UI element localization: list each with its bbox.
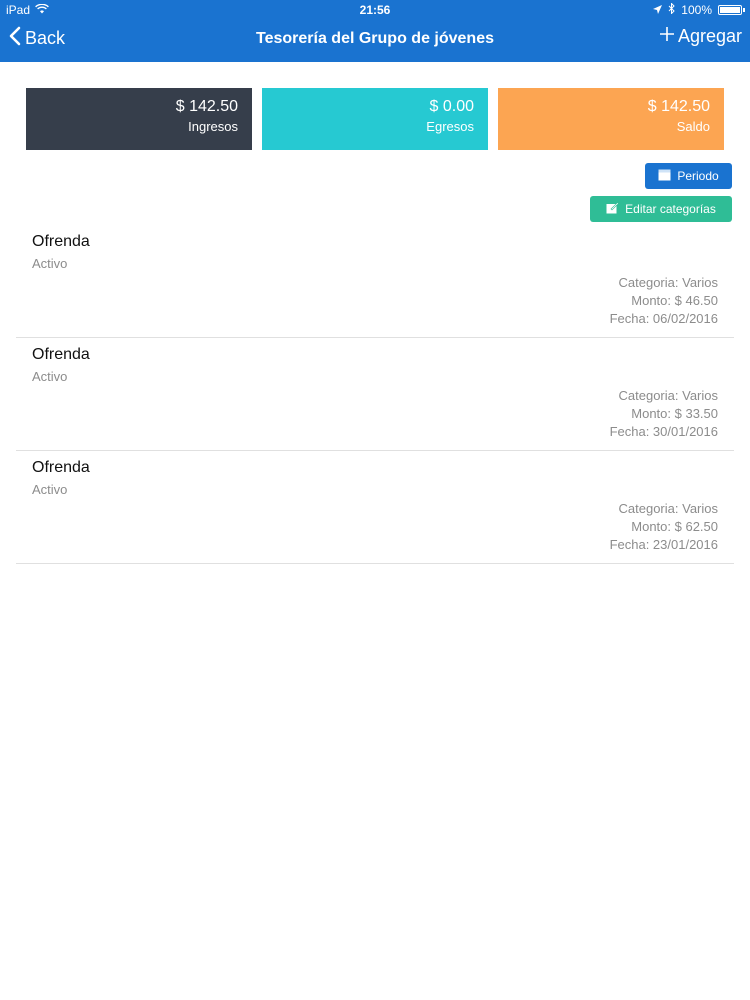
egresos-amount: $ 0.00 — [429, 98, 474, 115]
bluetooth-icon — [668, 0, 676, 20]
add-label: Agregar — [677, 26, 742, 46]
status-time: 21:56 — [359, 3, 391, 17]
edit-categories-label: Editar categorías — [625, 202, 716, 216]
periodo-label: Periodo — [677, 169, 719, 183]
item-date: Fecha: 30/01/2016 — [609, 424, 718, 439]
calendar-icon — [658, 169, 671, 184]
item-title: Ofrenda — [32, 233, 90, 250]
ingresos-amount: $ 142.50 — [175, 98, 238, 115]
item-details: Categoria: Varios Monto: $ 33.50 Fecha: … — [610, 387, 718, 441]
page-title: Tesorería del Grupo de jóvenes — [256, 30, 494, 47]
egresos-label: Egresos — [426, 119, 474, 134]
list-item[interactable]: Ofrenda Activo Categoria: Varios Monto: … — [16, 451, 734, 564]
edit-icon — [606, 201, 620, 217]
summary-cards: $ 142.50 Ingresos $ 0.00 Egresos $ 142.5… — [26, 88, 724, 150]
egresos-card: $ 0.00 Egresos — [262, 88, 488, 150]
item-title: Ofrenda — [32, 346, 90, 363]
app-header: iPad 21:56 100% Back Tesorería del Grupo… — [0, 0, 750, 62]
add-button[interactable]: Agregar — [659, 26, 742, 47]
periodo-button[interactable]: Periodo — [645, 163, 732, 189]
item-status: Activo — [32, 482, 68, 497]
saldo-card: $ 142.50 Saldo — [498, 88, 724, 150]
plus-icon — [659, 26, 675, 47]
item-details: Categoria: Varios Monto: $ 62.50 Fecha: … — [610, 500, 718, 554]
item-date: Fecha: 06/02/2016 — [609, 311, 718, 326]
item-category: Categoria: Varios — [618, 388, 718, 403]
status-bar-right: 100% — [653, 0, 745, 20]
item-category: Categoria: Varios — [618, 501, 718, 516]
transactions-list: Ofrenda Activo Categoria: Varios Monto: … — [16, 225, 734, 564]
saldo-amount: $ 142.50 — [647, 98, 710, 115]
saldo-label: Saldo — [676, 119, 710, 134]
list-item[interactable]: Ofrenda Activo Categoria: Varios Monto: … — [16, 225, 734, 338]
battery-fill — [720, 7, 740, 13]
item-amount: Monto: $ 62.50 — [631, 519, 718, 534]
item-amount: Monto: $ 46.50 — [631, 293, 718, 308]
battery-icon — [718, 5, 745, 15]
edit-categories-button[interactable]: Editar categorías — [590, 196, 732, 222]
list-item[interactable]: Ofrenda Activo Categoria: Varios Monto: … — [16, 338, 734, 451]
status-bar: iPad 21:56 100% — [0, 0, 750, 20]
navigation-bar: Back Tesorería del Grupo de jóvenes Agre… — [0, 20, 750, 62]
item-amount: Monto: $ 33.50 — [631, 406, 718, 421]
item-status: Activo — [32, 369, 68, 384]
ingresos-label: Ingresos — [188, 119, 238, 134]
battery-percent: 100% — [681, 3, 712, 17]
ingresos-card: $ 142.50 Ingresos — [26, 88, 252, 150]
item-title: Ofrenda — [32, 459, 90, 476]
location-arrow-icon — [653, 0, 663, 20]
item-status: Activo — [32, 256, 68, 271]
item-date: Fecha: 23/01/2016 — [609, 537, 718, 552]
item-category: Categoria: Varios — [618, 275, 718, 290]
item-details: Categoria: Varios Monto: $ 46.50 Fecha: … — [610, 274, 718, 328]
